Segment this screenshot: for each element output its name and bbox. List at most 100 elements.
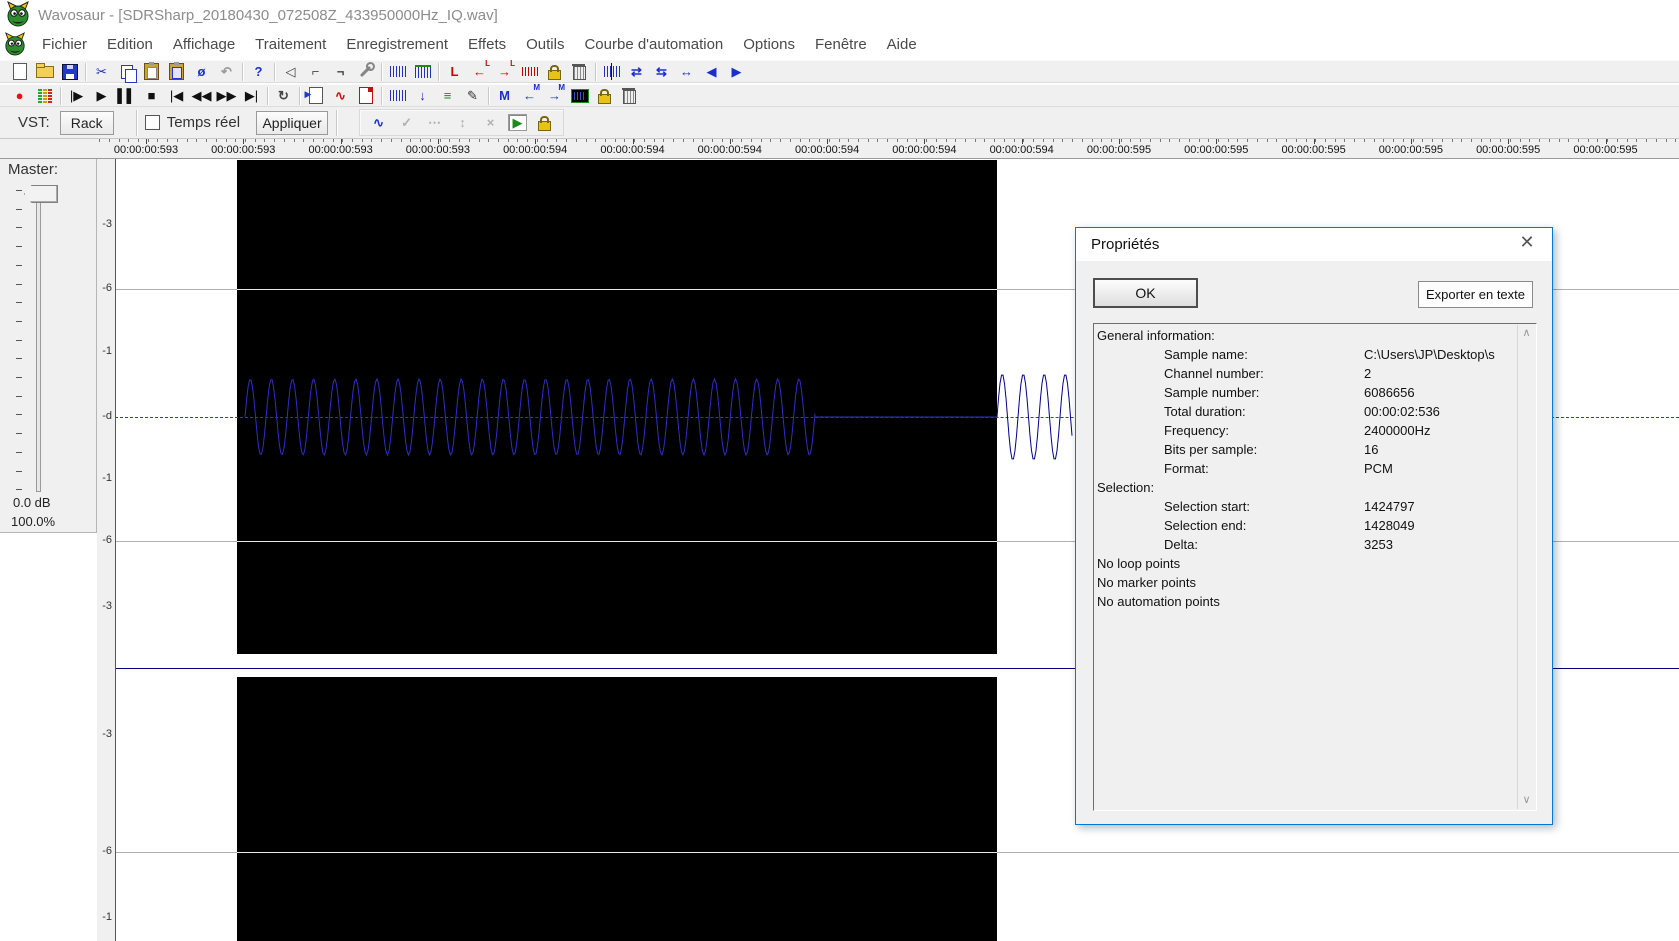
menu-traitement[interactable]: Traitement <box>245 32 336 57</box>
wrench-settings-icon[interactable] <box>355 62 376 81</box>
menu-options[interactable]: Options <box>733 32 805 57</box>
realtime-checkbox[interactable] <box>144 115 160 130</box>
insert-file-icon[interactable] <box>305 86 326 105</box>
marker-icon[interactable]: M <box>494 86 515 105</box>
selection-end-icon[interactable]: → L <box>494 60 515 81</box>
property-row[interactable]: Selection: <box>1094 480 1536 499</box>
property-row[interactable]: No automation points <box>1094 594 1536 613</box>
speaker-config-icon[interactable]: ◁ <box>280 62 301 81</box>
property-row[interactable]: Frequency: 2400000Hz <box>1094 423 1536 442</box>
property-row[interactable]: No loop points <box>1094 556 1536 575</box>
lock-markers-icon[interactable] <box>594 86 615 105</box>
undo-icon[interactable]: ↶ <box>216 62 237 81</box>
master-slider-groove[interactable] <box>36 189 41 492</box>
master-slider-thumb[interactable] <box>24 185 58 203</box>
menu-outils[interactable]: Outils <box>516 32 574 57</box>
cut-icon[interactable]: ✂ <box>91 62 112 81</box>
go-to-end-icon[interactable]: ▶| <box>241 86 262 105</box>
fast-forward-icon[interactable]: ▶▶ <box>216 86 237 105</box>
menu-courbe-d-automation[interactable]: Courbe d'automation <box>574 32 733 57</box>
apply-button[interactable]: Appliquer <box>256 110 329 135</box>
waveform-view-icon[interactable] <box>387 62 408 81</box>
scroll-up-icon[interactable]: ∧ <box>1518 325 1535 342</box>
midi-routing-icon[interactable]: ¬ <box>330 62 351 81</box>
automation-fit-icon[interactable]: ↕ <box>452 113 473 132</box>
go-to-start-icon[interactable]: |◀ <box>166 86 187 105</box>
menu-aide[interactable]: Aide <box>877 32 927 57</box>
delete-markers-icon[interactable] <box>619 86 640 105</box>
selection-region-channel-1[interactable] <box>237 160 997 654</box>
property-row[interactable]: Selection start: 1424797 <box>1094 499 1536 518</box>
close-icon[interactable]: ✕ <box>1514 232 1540 253</box>
property-row[interactable]: Format: PCM <box>1094 461 1536 480</box>
export-text-button[interactable]: Exporter en texte <box>1418 281 1533 308</box>
audio-routing-icon[interactable]: ⌐ <box>305 62 326 81</box>
pencil-edit-icon[interactable]: ✎ <box>462 86 483 105</box>
automation-apply-icon[interactable]: ✓ <box>396 113 417 132</box>
monitor-meter-icon[interactable] <box>34 86 55 105</box>
property-row[interactable]: Total duration: 00:00:02:536 <box>1094 404 1536 423</box>
record-icon[interactable]: ● <box>9 86 30 105</box>
paste-icon[interactable] <box>141 62 162 81</box>
batch-processor-icon[interactable]: ≡ <box>437 86 458 105</box>
lock-selection-icon[interactable] <box>544 62 565 81</box>
resample-icon[interactable] <box>387 86 408 105</box>
menu-effets[interactable]: Effets <box>458 32 516 57</box>
loop-point-icon[interactable]: L <box>444 62 465 81</box>
marker-next-icon[interactable]: → M <box>544 84 565 105</box>
new-file-icon[interactable] <box>9 62 30 81</box>
automation-points-icon[interactable]: ⋯ <box>424 113 445 132</box>
help-icon[interactable]: ? <box>248 62 269 81</box>
menu-enregistrement[interactable]: Enregistrement <box>336 32 458 57</box>
play-icon[interactable]: ▶ <box>91 86 112 105</box>
pause-icon[interactable]: ▌▌ <box>116 86 137 105</box>
waveform-snap-icon[interactable] <box>412 62 433 81</box>
scroll-down-icon[interactable]: ∨ <box>1518 792 1535 809</box>
paste-new-window-icon[interactable] <box>166 62 187 81</box>
export-region-icon[interactable] <box>355 86 376 105</box>
fade-icon[interactable]: ↓ <box>412 86 433 105</box>
zoom-selection-icon[interactable] <box>601 62 622 81</box>
save-file-icon[interactable] <box>59 62 80 81</box>
property-row[interactable]: Delta: 3253 <box>1094 537 1536 556</box>
loop-playback-icon[interactable]: ↻ <box>273 86 294 105</box>
property-row[interactable]: Bits per sample: 16 <box>1094 442 1536 461</box>
selection-expand-icon[interactable] <box>519 62 540 81</box>
selection-start-icon[interactable]: ← L <box>469 60 490 81</box>
realtime-checkbox-label[interactable]: Temps réel <box>167 114 240 131</box>
automation-curve-icon[interactable]: ∿ <box>368 113 389 132</box>
automation-play-icon[interactable]: ▶ <box>508 114 528 131</box>
copy-icon[interactable] <box>116 62 137 83</box>
automation-clear-icon[interactable]: × <box>480 113 501 132</box>
automation-lock-icon[interactable] <box>534 113 555 132</box>
property-row[interactable]: Channel number: 2 <box>1094 366 1536 385</box>
marker-previous-icon[interactable]: ← M <box>519 84 540 105</box>
menu-affichage[interactable]: Affichage <box>163 32 245 57</box>
selection-region-channel-2[interactable] <box>237 677 997 941</box>
menu-fen-tre[interactable]: Fenêtre <box>805 32 877 57</box>
dialog-title-bar[interactable]: Propriétés ✕ <box>1076 228 1552 261</box>
stop-icon[interactable]: ■ <box>141 86 162 105</box>
ok-button[interactable]: OK <box>1093 278 1198 308</box>
vst-rack-button[interactable]: Rack <box>59 110 114 135</box>
view-next-icon[interactable]: ▶ <box>726 62 747 81</box>
property-row[interactable]: Sample name: C:\Users\JP\Desktop\s <box>1094 347 1536 366</box>
zoom-in-icon[interactable]: ⇄ <box>626 62 647 81</box>
timeline-ruler[interactable]: 00:00:00:593 00:00:00:593 00:00:00:593 00:0… <box>0 139 1679 159</box>
list-scrollbar[interactable]: ∧ ∨ <box>1517 325 1535 809</box>
play-from-cursor-icon[interactable]: |▶ <box>66 86 87 105</box>
marker-region-icon[interactable] <box>569 86 590 105</box>
open-file-icon[interactable] <box>34 62 55 81</box>
delete-selection-icon[interactable] <box>569 62 590 81</box>
statistics-icon[interactable]: ∿ <box>330 86 351 105</box>
property-row[interactable]: No marker points <box>1094 575 1536 594</box>
zoom-out-icon[interactable]: ⇆ <box>651 62 672 81</box>
mix-paste-icon[interactable]: ø <box>191 62 212 81</box>
menu-edition[interactable]: Edition <box>97 32 163 57</box>
zoom-fit-icon[interactable]: ↔ <box>676 62 697 81</box>
rewind-icon[interactable]: ◀◀ <box>191 86 212 105</box>
property-row[interactable]: General information: <box>1094 328 1536 347</box>
property-row[interactable]: Selection end: 1428049 <box>1094 518 1536 537</box>
property-row[interactable]: Sample number: 6086656 <box>1094 385 1536 404</box>
view-previous-icon[interactable]: ◀ <box>701 62 722 81</box>
